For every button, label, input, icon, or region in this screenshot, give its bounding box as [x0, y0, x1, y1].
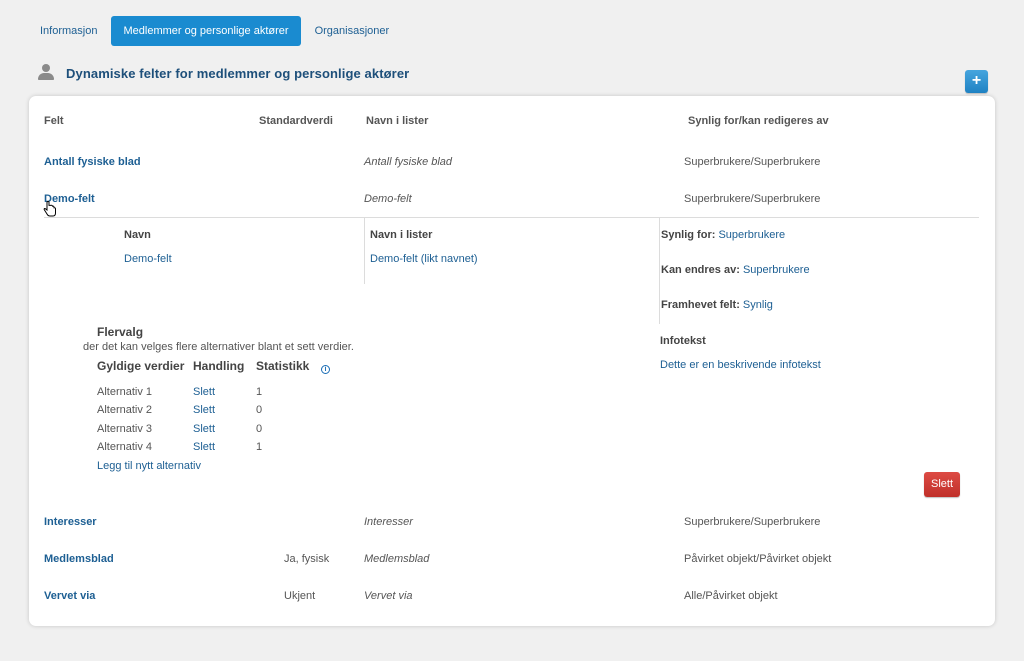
framhevet-label: Framhevet felt:	[661, 299, 740, 311]
row-divider	[44, 217, 979, 218]
fields-panel: Felt Standardverdi Navn i lister Synlig …	[29, 96, 995, 626]
field-link-vervet-via[interactable]: Vervet via	[44, 590, 95, 602]
detail-navn-label: Navn	[124, 229, 151, 241]
row-list-name: Antall fysiske blad	[364, 156, 453, 168]
tab-organisasjoner[interactable]: Organisasjoner	[305, 16, 400, 46]
alternative-name: Alternativ 1	[97, 386, 153, 398]
flervalg-description: der det kan velges flere alternativer bl…	[83, 341, 354, 353]
hand-cursor-icon	[43, 201, 56, 217]
alternative-delete-link[interactable]: Slett	[193, 423, 215, 435]
detail-synlig-for: Synlig for: Superbrukere	[661, 229, 785, 241]
kan-endres-value[interactable]: Superbrukere	[743, 264, 810, 276]
statistikk-header: Statistikk	[256, 359, 310, 373]
infotekst-value[interactable]: Dette er en beskrivende infotekst	[660, 359, 821, 371]
alternative-stat: 1	[256, 441, 263, 453]
row-visibility: Superbrukere/Superbrukere	[684, 156, 821, 168]
tab-bar: Informasjon Medlemmer og personlige aktø…	[30, 16, 403, 46]
detail-divider	[659, 218, 660, 324]
row-list-name: Demo-felt	[364, 193, 412, 205]
row-list-name: Medlemsblad	[364, 553, 430, 565]
row-visibility: Superbrukere/Superbrukere	[684, 193, 821, 205]
framhevet-value[interactable]: Synlig	[743, 299, 773, 311]
detail-navn-i-lister-label: Navn i lister	[370, 229, 433, 241]
alternative-delete-link[interactable]: Slett	[193, 386, 215, 398]
alternative-name: Alternativ 2	[97, 404, 153, 416]
column-header-felt: Felt	[44, 115, 64, 127]
section-header: Dynamiske felter for medlemmer og person…	[38, 64, 409, 82]
alternative-stat: 1	[256, 386, 263, 398]
alternative-stat: 0	[256, 404, 263, 416]
detail-navn-value[interactable]: Demo-felt	[124, 253, 172, 265]
gyldige-verdier-header: Gyldige verdier	[97, 359, 185, 373]
add-alternative-link[interactable]: Legg til nytt alternativ	[97, 460, 201, 472]
infotekst-label: Infotekst	[660, 335, 706, 347]
field-link-antall-fysiske-blad[interactable]: Antall fysiske blad	[44, 156, 141, 168]
alternative-delete-link[interactable]: Slett	[193, 441, 215, 453]
section-title: Dynamiske felter for medlemmer og person…	[66, 65, 410, 81]
detail-divider	[364, 218, 365, 284]
row-visibility: Superbrukere/Superbrukere	[684, 516, 821, 528]
row-list-name: Vervet via	[364, 590, 413, 602]
row-visibility: Alle/Påvirket objekt	[684, 590, 778, 602]
row-list-name: Interesser	[364, 516, 413, 528]
detail-framhevet: Framhevet felt: Synlig	[661, 299, 773, 311]
person-icon	[38, 64, 54, 82]
column-header-standardverdi: Standardverdi	[259, 115, 333, 127]
synlig-for-label: Synlig for:	[661, 229, 716, 241]
add-field-button[interactable]: +	[965, 70, 988, 93]
alternative-delete-link[interactable]: Slett	[193, 404, 215, 416]
row-visibility: Påvirket objekt/Påvirket objekt	[684, 553, 832, 565]
tab-medlemmer[interactable]: Medlemmer og personlige aktører	[111, 16, 301, 46]
delete-field-button[interactable]: Slett	[924, 472, 960, 497]
column-header-synlig: Synlig for/kan redigeres av	[688, 115, 829, 127]
row-default-value: Ukjent	[284, 590, 316, 602]
column-header-navn-i-lister: Navn i lister	[366, 115, 429, 127]
info-icon[interactable]: i	[321, 360, 330, 374]
alternative-stat: 0	[256, 423, 263, 435]
field-link-medlemsblad[interactable]: Medlemsblad	[44, 553, 114, 565]
alternative-name: Alternativ 4	[97, 441, 153, 453]
flervalg-title: Flervalg	[97, 325, 144, 339]
kan-endres-label: Kan endres av:	[661, 264, 740, 276]
tab-informasjon[interactable]: Informasjon	[30, 16, 107, 46]
row-default-value: Ja, fysisk	[284, 553, 330, 565]
detail-navn-i-lister-value[interactable]: Demo-felt (likt navnet)	[370, 253, 478, 265]
handling-header: Handling	[193, 359, 245, 373]
field-link-interesser[interactable]: Interesser	[44, 516, 97, 528]
synlig-for-value[interactable]: Superbrukere	[718, 229, 785, 241]
alternative-name: Alternativ 3	[97, 423, 153, 435]
detail-kan-endres: Kan endres av: Superbrukere	[661, 264, 810, 276]
